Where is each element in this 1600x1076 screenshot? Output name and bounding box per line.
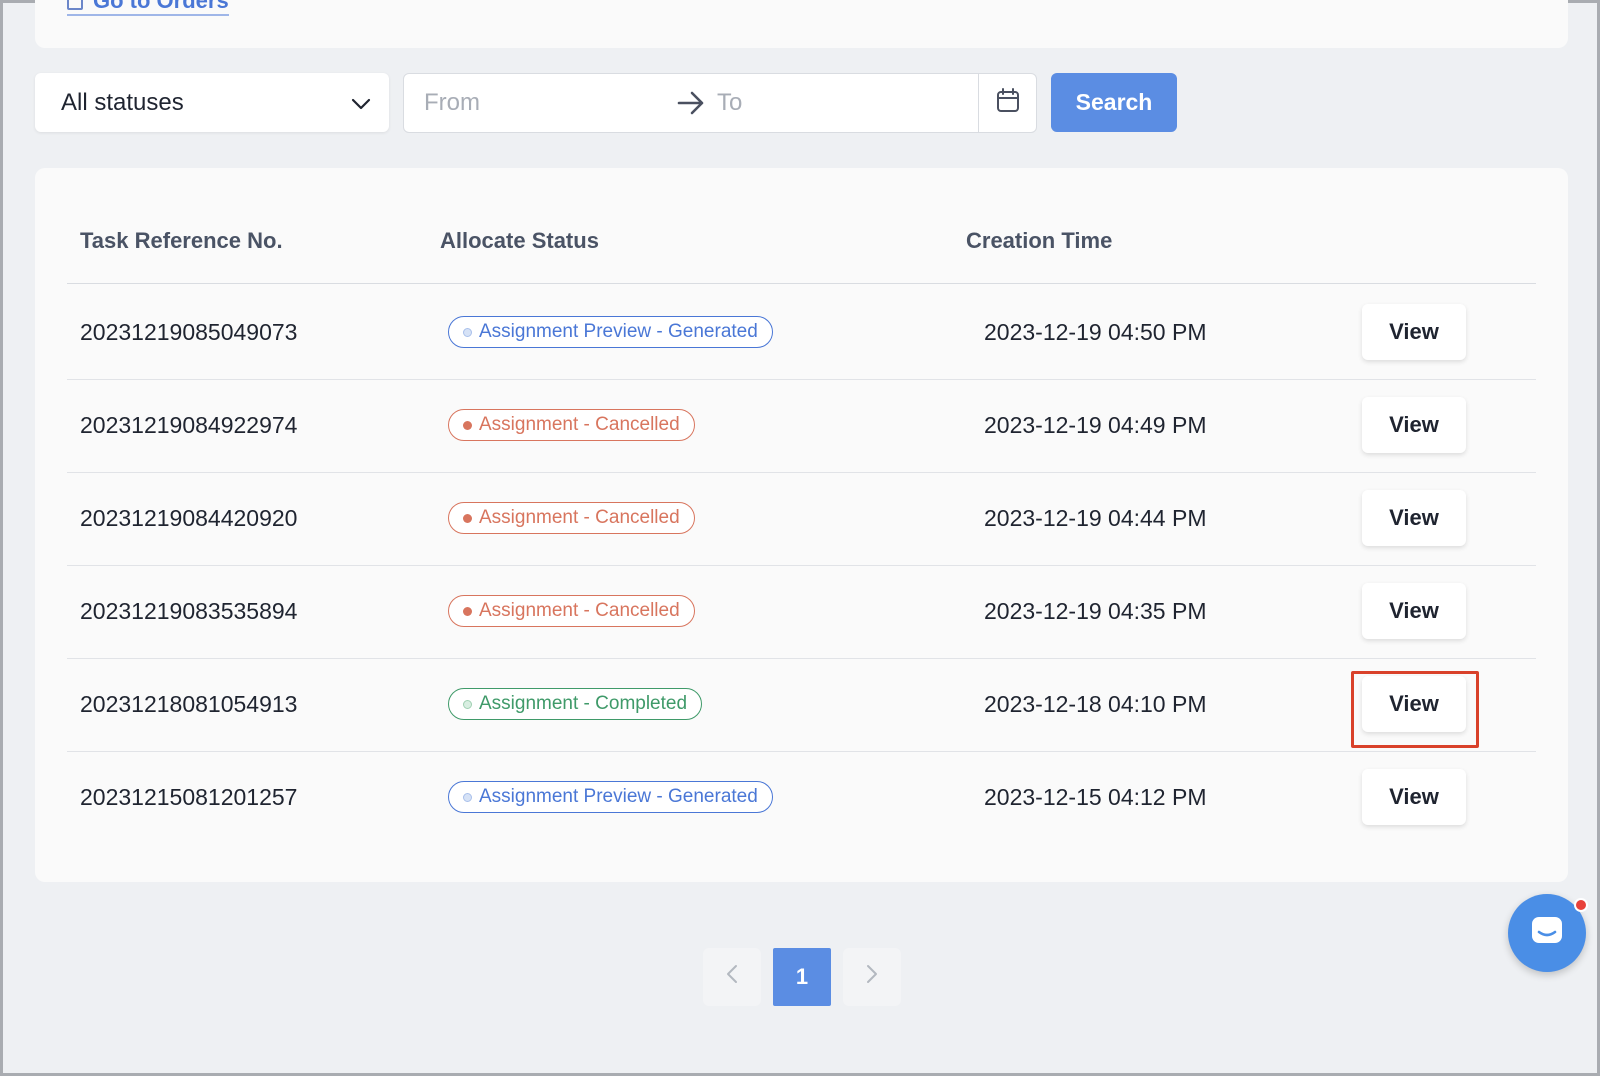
calendar-button[interactable] [978,74,1036,132]
view-button[interactable]: View [1362,490,1466,546]
header-allocate-status: Allocate Status [440,228,599,253]
status-badge: Assignment Preview - Generated [448,316,773,348]
chat-launcher-button[interactable] [1508,894,1588,972]
orders-header-card [35,0,1568,48]
chevron-down-icon [351,89,371,117]
search-button[interactable]: Search [1051,73,1177,132]
task-reference: 20231219083535894 [80,597,298,624]
status-badge: Assignment - Completed [448,688,703,720]
status-label: Assignment Preview - Generated [479,786,758,807]
creation-time: 2023-12-19 04:49 PM [984,411,1207,438]
view-button[interactable]: View [1362,583,1466,639]
header-task-reference: Task Reference No. [80,228,283,253]
creation-time: 2023-12-15 04:12 PM [984,783,1207,810]
table-row: 20231219084922974 Assignment - Cancelled… [67,378,1536,473]
status-label: Assignment - Completed [479,693,688,714]
status-dot-icon [463,699,472,709]
view-button[interactable]: View [1362,769,1466,825]
view-button[interactable]: View [1362,397,1466,453]
next-page-button[interactable] [843,948,901,1006]
table-header: Task Reference No. Allocate Status Creat… [67,220,1536,284]
view-button[interactable]: View [1362,304,1466,360]
chevron-right-icon [866,964,878,990]
task-reference: 20231219084922974 [80,411,298,438]
status-dot-icon [463,606,472,616]
chat-icon [1529,914,1565,953]
status-badge: Assignment - Cancelled [448,595,695,627]
date-to-input[interactable] [717,89,937,117]
status-dot-icon [463,792,472,802]
status-label: Assignment - Cancelled [479,507,680,528]
table-row: 20231218081054913 Assignment - Completed… [67,657,1536,752]
calendar-icon [996,87,1020,119]
date-from-input[interactable] [424,89,644,117]
status-dot-icon [463,513,472,523]
table-row: 20231219084420920 Assignment - Cancelled… [67,471,1536,566]
status-filter-value: All statuses [61,88,184,116]
chevron-left-icon [726,964,738,990]
task-reference: 20231219084420920 [80,504,298,531]
task-reference: 20231219085049073 [80,318,298,345]
arrow-right-icon [676,90,706,121]
status-dot-icon [463,420,472,430]
task-reference: 20231215081201257 [80,783,298,810]
task-reference: 20231218081054913 [80,690,298,717]
status-badge: Assignment - Cancelled [448,502,695,534]
creation-time: 2023-12-19 04:35 PM [984,597,1207,624]
status-label: Assignment Preview - Generated [479,321,758,342]
go-to-orders-label: Go to Orders [93,0,229,13]
status-dot-icon [463,327,472,337]
notification-dot [1574,898,1588,912]
view-button[interactable]: View [1362,676,1466,732]
prev-page-button[interactable] [703,948,761,1006]
document-icon [67,0,83,10]
table-row: 20231215081201257 Assignment Preview - G… [67,750,1536,845]
page-number-button[interactable]: 1 [773,948,831,1006]
status-badge: Assignment - Cancelled [448,409,695,441]
table-row: 20231219083535894 Assignment - Cancelled… [67,564,1536,659]
date-range-picker[interactable] [403,73,1037,133]
creation-time: 2023-12-18 04:10 PM [984,690,1207,717]
go-to-orders-link[interactable]: Go to Orders [67,0,229,16]
creation-time: 2023-12-19 04:44 PM [984,504,1207,531]
status-badge: Assignment Preview - Generated [448,781,773,813]
table-row: 20231219085049073 Assignment Preview - G… [67,285,1536,380]
status-filter-select[interactable]: All statuses [35,73,389,132]
task-table-card: Task Reference No. Allocate Status Creat… [35,168,1568,882]
creation-time: 2023-12-19 04:50 PM [984,318,1207,345]
status-label: Assignment - Cancelled [479,600,680,621]
status-label: Assignment - Cancelled [479,414,680,435]
header-creation-time: Creation Time [966,228,1113,253]
